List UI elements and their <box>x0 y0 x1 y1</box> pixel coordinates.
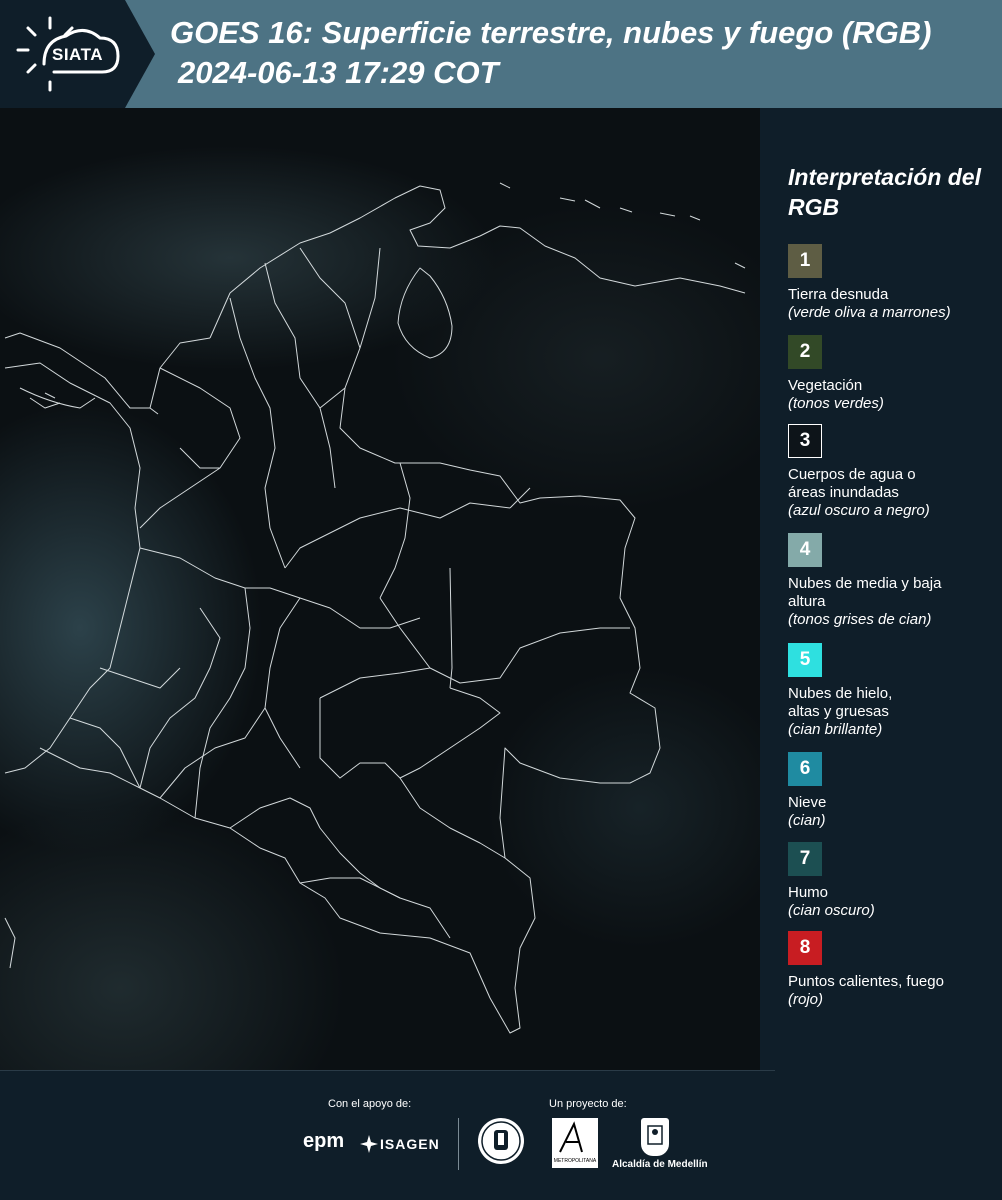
legend-swatch: 8 <box>788 931 822 965</box>
legend-desc: (cian) <box>788 812 826 829</box>
legend-desc: (verde oliva a marrones) <box>788 304 951 321</box>
legend-swatch: 1 <box>788 244 822 278</box>
legend-label: Vegetación <box>788 377 863 394</box>
project-label: Un proyecto de: <box>549 1098 627 1110</box>
header-banner: SIATA GOES 16: Superficie terrestre, nub… <box>0 0 1002 108</box>
footer-divider <box>0 1070 775 1071</box>
legend-label: Tierra desnuda <box>788 286 889 303</box>
legend-item-smoke: 7 Humo (cian oscuro) <box>788 842 998 920</box>
legend-desc: (cian brillante) <box>788 721 883 738</box>
page-title: GOES 16: Superficie terrestre, nubes y f… <box>170 15 932 50</box>
legend-item-bare-soil: 1 Tierra desnuda (verde oliva a marrones… <box>788 244 998 322</box>
legend-label: Nubes de media y baja altura <box>788 575 942 610</box>
medellin-shield-icon <box>641 1118 669 1156</box>
legend-swatch: 4 <box>788 533 822 567</box>
country-boundaries <box>4 182 746 1034</box>
legend-label: Puntos calientes, fuego <box>788 973 944 990</box>
legend-label: Humo <box>788 884 829 901</box>
legend-label: Nieve <box>788 794 827 811</box>
legend-item-fire: 8 Puntos calientes, fuego (rojo) <box>788 931 998 1009</box>
support-label: Con el apoyo de: <box>328 1098 412 1110</box>
rgb-legend: Interpretación del RGB 1 Tierra desnuda … <box>760 108 1002 1070</box>
legend-swatch: 7 <box>788 842 822 876</box>
legend-item-mid-low-clouds: 4 Nubes de media y baja altura (tonos gr… <box>788 533 998 629</box>
legend-label: Cuerpos de agua o áreas inundadas <box>788 466 916 501</box>
legend-desc: (cian oscuro) <box>788 902 875 919</box>
siata-logo-text: SIATA <box>52 45 103 64</box>
alcaldia-medellin-label: Alcaldía de Medellín <box>612 1159 708 1170</box>
isagen-logo: ISAGEN <box>380 1136 440 1152</box>
legend-swatch: 3 <box>788 424 822 458</box>
legend-title: Interpretación del RGB <box>788 164 981 220</box>
legend-swatch: 5 <box>788 643 822 677</box>
legend-swatch: 2 <box>788 335 822 369</box>
legend-item-ice-clouds: 5 Nubes de hielo, altas y gruesas (cian … <box>788 643 998 739</box>
legend-desc: (rojo) <box>788 991 824 1008</box>
legend-swatch: 6 <box>788 752 822 786</box>
antioquia-seal-icon <box>478 1118 524 1164</box>
epm-logo: epm <box>303 1130 345 1152</box>
legend-desc: (azul oscuro a negro) <box>788 502 930 519</box>
area-metropolitana-text: METROPOLITANA <box>553 1158 597 1164</box>
legend-label: Nubes de hielo, altas y gruesas <box>788 685 893 720</box>
satellite-map <box>0 108 760 1070</box>
footer-logo-divider <box>458 1118 459 1170</box>
isagen-star-icon <box>360 1135 378 1153</box>
page-timestamp: 2024-06-13 17:29 COT <box>178 55 499 90</box>
legend-item-vegetation: 2 Vegetación (tonos verdes) <box>788 335 998 413</box>
legend-item-water: 3 Cuerpos de agua o áreas inundadas (azu… <box>788 424 998 520</box>
legend-item-snow: 6 Nieve (cian) <box>788 752 998 830</box>
legend-desc: (tonos verdes) <box>788 395 884 412</box>
footer: Con el apoyo de: Un proyecto de: epm ISA… <box>0 1070 1002 1200</box>
legend-desc: (tonos grises de cian) <box>788 611 932 628</box>
